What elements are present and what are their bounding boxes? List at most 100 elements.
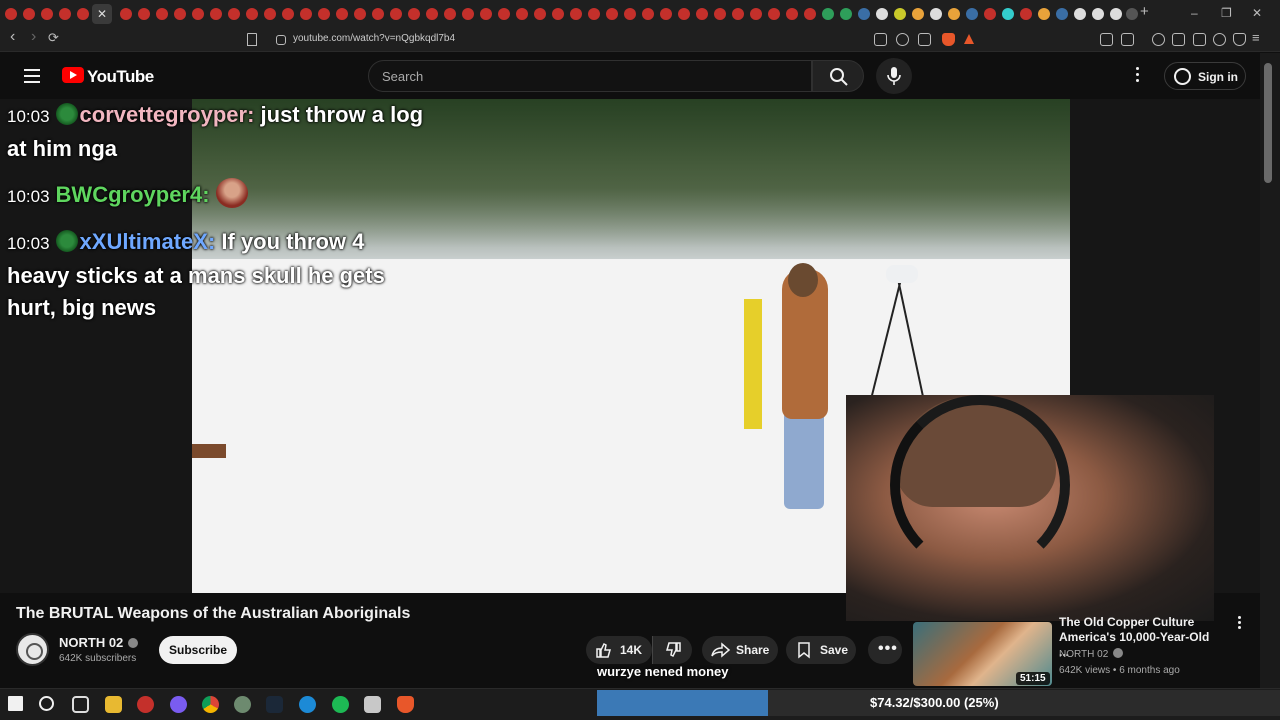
channel-avatar[interactable] bbox=[16, 633, 49, 666]
app-icon[interactable] bbox=[170, 696, 187, 713]
tab-favicon[interactable] bbox=[948, 8, 960, 20]
video-player[interactable]: 10:03 corvettegroyper: just throw a log a… bbox=[0, 99, 1260, 621]
app-icon[interactable] bbox=[364, 696, 381, 713]
bookmark-icon[interactable] bbox=[247, 33, 257, 46]
tab-favicon[interactable] bbox=[138, 8, 150, 20]
tab-favicon[interactable] bbox=[1002, 8, 1014, 20]
brave-shield-icon[interactable] bbox=[942, 33, 955, 46]
share-button[interactable]: Share bbox=[702, 636, 778, 664]
tab-favicon[interactable] bbox=[1020, 8, 1032, 20]
forward-icon[interactable]: › bbox=[31, 28, 36, 46]
window-close-icon[interactable]: ✕ bbox=[1252, 6, 1262, 20]
tab-favicon[interactable] bbox=[930, 8, 942, 20]
leo-ai-icon[interactable] bbox=[1213, 33, 1226, 46]
tab-favicon[interactable] bbox=[588, 8, 600, 20]
cast-icon[interactable] bbox=[874, 33, 887, 46]
tab-favicon[interactable] bbox=[282, 8, 294, 20]
tab-favicon[interactable] bbox=[462, 8, 474, 20]
tab-favicon[interactable] bbox=[246, 8, 258, 20]
tab-favicon[interactable] bbox=[786, 8, 798, 20]
tab-favicon[interactable] bbox=[804, 8, 816, 20]
close-tab-icon[interactable]: ✕ bbox=[92, 4, 112, 24]
tab-favicon[interactable] bbox=[408, 8, 420, 20]
tab-favicon[interactable] bbox=[678, 8, 690, 20]
tab-favicon[interactable] bbox=[1056, 8, 1068, 20]
url-field[interactable]: youtube.com/watch?v=nQgbkqdl7b4 bbox=[293, 33, 455, 44]
more-actions-button[interactable]: ••• bbox=[868, 636, 902, 664]
tab-favicon[interactable] bbox=[984, 8, 996, 20]
tab-favicon[interactable] bbox=[750, 8, 762, 20]
reload-icon[interactable]: ⟳ bbox=[48, 30, 59, 46]
windows-start-icon[interactable] bbox=[8, 696, 23, 711]
tab-favicon[interactable] bbox=[534, 8, 546, 20]
tab-favicon[interactable] bbox=[41, 8, 53, 20]
subscribe-button[interactable]: Subscribe bbox=[159, 636, 237, 664]
tab-favicon[interactable] bbox=[876, 8, 888, 20]
tab-favicon[interactable] bbox=[390, 8, 402, 20]
tab-favicon[interactable] bbox=[516, 8, 528, 20]
tab-favicon[interactable] bbox=[1110, 8, 1122, 20]
dislike-button[interactable] bbox=[652, 636, 692, 664]
tab-favicon[interactable] bbox=[660, 8, 672, 20]
search-input[interactable]: Search bbox=[368, 60, 812, 92]
tab-favicon[interactable] bbox=[5, 8, 17, 20]
tab-favicon[interactable] bbox=[336, 8, 348, 20]
hamburger-menu-icon[interactable] bbox=[24, 69, 40, 87]
voice-search-button[interactable] bbox=[876, 58, 912, 94]
recommendation-channel[interactable]: NORTH 02 bbox=[1059, 648, 1124, 660]
minimize-icon[interactable]: – bbox=[1191, 6, 1198, 20]
brave-rewards-icon[interactable] bbox=[964, 34, 974, 44]
restore-icon[interactable]: ❐ bbox=[1221, 6, 1232, 20]
tab-favicon[interactable] bbox=[894, 8, 906, 20]
search-button[interactable] bbox=[812, 60, 864, 92]
tab-favicon[interactable] bbox=[77, 8, 89, 20]
like-button[interactable]: 14K bbox=[586, 636, 652, 664]
tab-favicon[interactable] bbox=[966, 8, 978, 20]
tab-favicon[interactable] bbox=[354, 8, 366, 20]
task-view-icon[interactable] bbox=[72, 696, 89, 713]
tab-favicon[interactable] bbox=[59, 8, 71, 20]
new-tab-icon[interactable]: + bbox=[1140, 3, 1149, 20]
extensions-icon[interactable] bbox=[1100, 33, 1113, 46]
tab-favicon[interactable] bbox=[714, 8, 726, 20]
app-icon[interactable] bbox=[234, 696, 251, 713]
tab-favicon[interactable] bbox=[192, 8, 204, 20]
vpn-icon[interactable] bbox=[1233, 33, 1246, 46]
save-button[interactable]: Save bbox=[786, 636, 856, 664]
reader-icon[interactable] bbox=[1172, 33, 1185, 46]
steam-icon[interactable] bbox=[266, 696, 283, 713]
site-info-icon[interactable] bbox=[276, 35, 286, 45]
tab-favicon[interactable] bbox=[300, 8, 312, 20]
tab-favicon[interactable] bbox=[23, 8, 35, 20]
tab-favicon[interactable] bbox=[624, 8, 636, 20]
tab-favicon[interactable] bbox=[552, 8, 564, 20]
tab-favicon[interactable] bbox=[210, 8, 222, 20]
tab-favicon[interactable] bbox=[228, 8, 240, 20]
tab-favicon[interactable] bbox=[912, 8, 924, 20]
scrollbar-thumb[interactable] bbox=[1264, 63, 1272, 183]
tab-favicon[interactable] bbox=[1074, 8, 1086, 20]
tab-favicon[interactable] bbox=[1126, 8, 1138, 20]
tab-favicon[interactable] bbox=[174, 8, 186, 20]
tab-favicon[interactable] bbox=[372, 8, 384, 20]
tab-favicon[interactable] bbox=[1038, 8, 1050, 20]
share-page-icon[interactable] bbox=[918, 33, 931, 46]
edge-icon[interactable] bbox=[299, 696, 316, 713]
settings-kebab-icon[interactable] bbox=[1136, 67, 1140, 85]
tab-favicon[interactable] bbox=[264, 8, 276, 20]
tab-favicon[interactable] bbox=[120, 8, 132, 20]
obs-icon[interactable] bbox=[137, 696, 154, 713]
media-icon[interactable] bbox=[1152, 33, 1165, 46]
tab-favicon[interactable] bbox=[768, 8, 780, 20]
sidebar-icon[interactable] bbox=[1121, 33, 1134, 46]
zoom-icon[interactable] bbox=[896, 33, 909, 46]
page-scrollbar[interactable] bbox=[1260, 53, 1280, 688]
tab-favicon[interactable] bbox=[1092, 8, 1104, 20]
tab-favicon[interactable] bbox=[570, 8, 582, 20]
tab-favicon[interactable] bbox=[822, 8, 834, 20]
file-explorer-icon[interactable] bbox=[105, 696, 122, 713]
brave-icon[interactable] bbox=[397, 696, 414, 713]
tab-favicon[interactable] bbox=[498, 8, 510, 20]
tab-favicon[interactable] bbox=[840, 8, 852, 20]
tab-favicon[interactable] bbox=[444, 8, 456, 20]
